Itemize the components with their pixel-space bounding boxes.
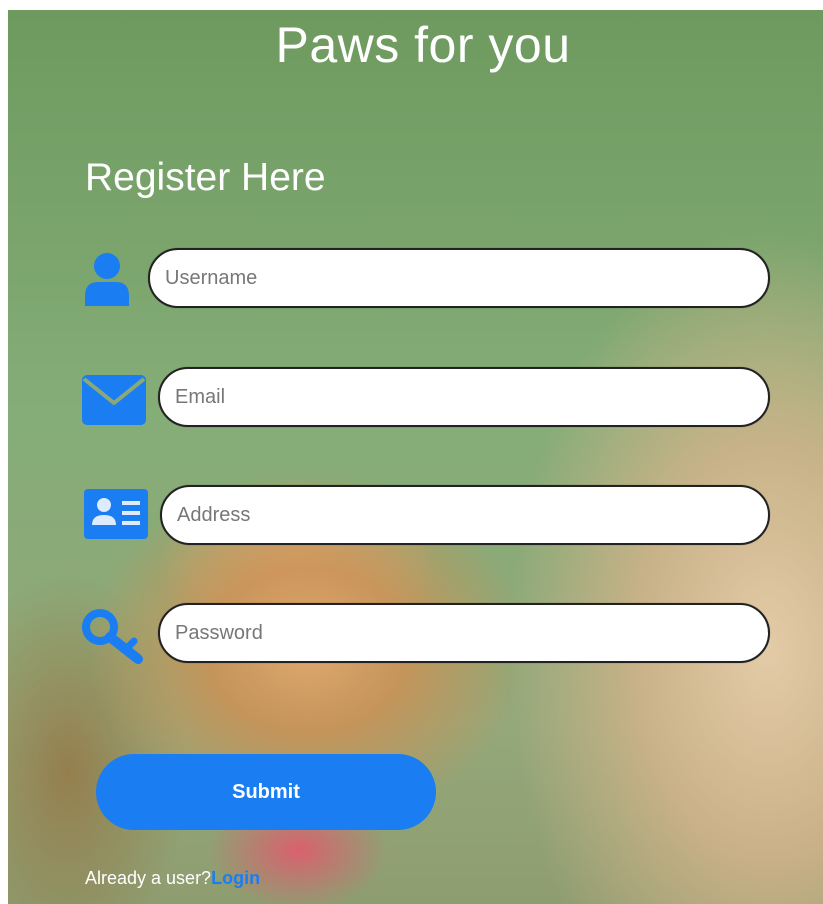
user-icon [84,252,130,311]
password-input[interactable] [158,603,770,663]
address-input[interactable] [160,485,770,545]
page-title: Paws for you [275,17,571,73]
page-background: Paws for you Register Here Username Emai… [8,10,823,904]
envelope-icon [82,375,146,430]
login-prompt: Already a user?Login [85,868,260,889]
username-row [82,248,772,314]
email-input[interactable] [158,367,770,427]
submit-button[interactable]: Submit [96,754,436,830]
username-input[interactable] [148,248,770,308]
login-link[interactable]: Login [211,868,260,888]
address-card-icon [84,489,148,544]
form-heading: Register Here [85,156,326,199]
address-row [82,485,772,551]
login-prompt-text: Already a user? [85,868,212,888]
email-row [82,367,772,433]
password-row [82,603,772,669]
key-icon [82,609,148,670]
